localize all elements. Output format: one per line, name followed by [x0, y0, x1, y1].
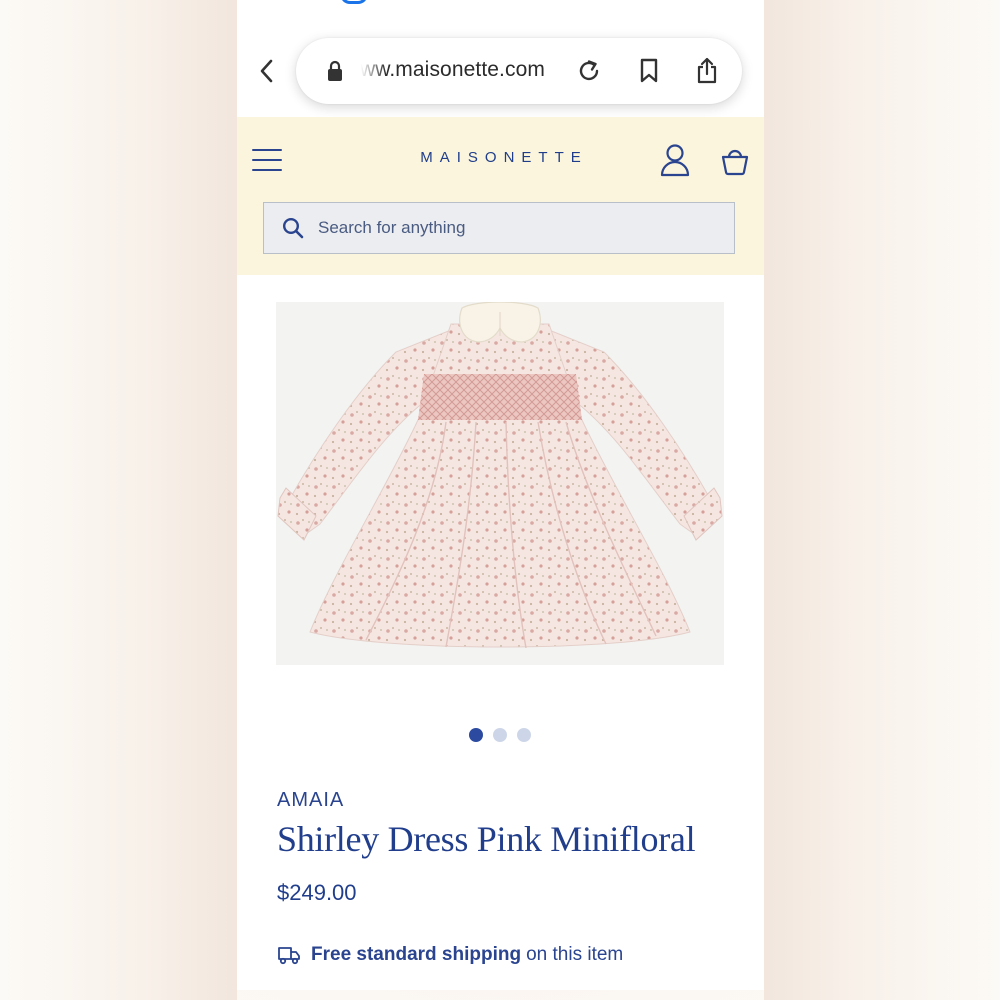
- url-text[interactable]: ww.maisonette.com: [360, 58, 545, 82]
- phone-screen: ww.maisonette.com MAISONETTE Search for …: [237, 0, 764, 990]
- url-fade: [358, 54, 386, 88]
- search-box[interactable]: [263, 202, 735, 254]
- bookmark-icon: [640, 58, 658, 83]
- product-image[interactable]: [276, 301, 724, 665]
- image-carousel-dots: [469, 728, 531, 742]
- status-bar-indicator: [340, 0, 368, 4]
- shipping-strong-text: Free standard shipping: [311, 944, 522, 965]
- search-icon: [282, 217, 304, 239]
- bag-button[interactable]: [719, 146, 751, 176]
- back-icon: [260, 59, 273, 83]
- account-icon: [660, 144, 690, 177]
- lock-icon: [328, 60, 342, 81]
- product-brand[interactable]: AMAIA: [277, 789, 344, 812]
- carousel-dot-1[interactable]: [469, 728, 483, 742]
- background-right: [764, 0, 1000, 1000]
- share-icon: [697, 57, 717, 84]
- truck-icon: [278, 947, 300, 965]
- product-title: Shirley Dress Pink Minifloral: [277, 819, 696, 859]
- share-button[interactable]: [691, 55, 723, 87]
- background-left: [0, 0, 237, 1000]
- search-input[interactable]: [318, 203, 718, 252]
- shipping-info: Free standard shipping on this item: [277, 944, 623, 966]
- bookmark-button[interactable]: [633, 55, 665, 87]
- shipping-rest-text: on this item: [526, 944, 624, 965]
- carousel-dot-3[interactable]: [517, 728, 531, 742]
- reload-button[interactable]: [573, 55, 605, 87]
- dress-image: [277, 301, 723, 649]
- site-header: MAISONETTE: [237, 117, 764, 275]
- bag-icon: [721, 149, 749, 176]
- reload-icon: [579, 60, 599, 81]
- carousel-dot-2[interactable]: [493, 728, 507, 742]
- account-button[interactable]: [659, 143, 691, 177]
- product-price: $249.00: [277, 880, 357, 905]
- address-bar[interactable]: ww.maisonette.com: [296, 38, 742, 104]
- back-button[interactable]: [255, 56, 279, 86]
